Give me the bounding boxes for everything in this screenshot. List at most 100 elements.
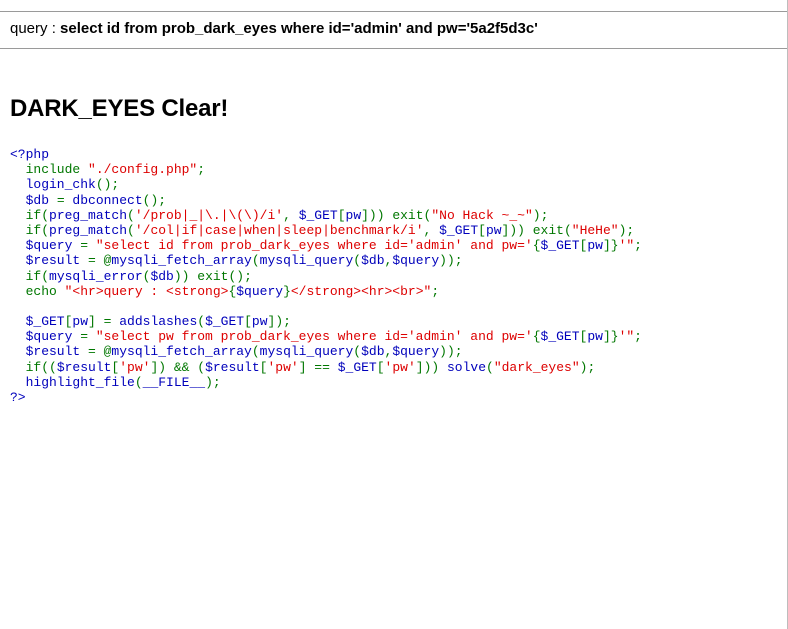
code-token: (: [134, 374, 143, 390]
code-token: {: [532, 238, 541, 254]
code-token: pw: [587, 329, 603, 345]
query-line: query : select id from prob_dark_eyes wh…: [10, 19, 538, 39]
code-line: include "./config.php";: [10, 162, 642, 177]
code-token: ])) exit(: [501, 222, 572, 238]
code-token: (: [127, 222, 135, 238]
code-token: ?>: [10, 390, 26, 405]
highlighted-source-code: <?php include "./config.php"; login_chk(…: [10, 147, 642, 405]
code-token: [: [337, 207, 346, 223]
code-token: pw: [72, 314, 89, 330]
code-token: $_GET: [439, 222, 479, 238]
code-line: echo "<hr>query : <strong>{$query}</stro…: [10, 284, 642, 299]
code-token: $query: [10, 329, 81, 345]
code-token: if((: [10, 359, 57, 375]
code-token: (: [486, 359, 494, 375]
code-token: =: [80, 238, 96, 254]
code-token: '": [618, 329, 635, 345]
code-token: $_GET: [540, 329, 580, 345]
code-token: (: [251, 253, 260, 269]
code-token: '": [618, 238, 635, 254]
code-token: [: [244, 314, 252, 330]
code-token: $query: [392, 253, 440, 269]
code-token: )) exit();: [173, 268, 252, 284]
code-token: preg_match: [49, 207, 128, 223]
code-line: $query = "select id from prob_dark_eyes …: [10, 238, 642, 253]
code-token: 'pw': [119, 359, 151, 375]
code-token: [: [478, 222, 486, 238]
code-token: ])) exit(: [361, 207, 432, 223]
code-token: login_chk: [10, 177, 96, 193]
code-token: $query: [10, 238, 81, 254]
code-token: mysqli_query: [259, 344, 354, 360]
code-token: solve: [446, 359, 486, 375]
code-line: $query = "select pw from prob_dark_eyes …: [10, 329, 642, 344]
code-token: $_GET: [337, 359, 377, 375]
page: { "result": { "query_label": "query : ",…: [0, 0, 788, 629]
code-token: ]}: [602, 329, 619, 345]
code-token: pw: [485, 222, 502, 238]
code-token: mysqli_error: [49, 268, 143, 284]
code-token: $_GET: [540, 238, 580, 254]
code-line: $result = @mysqli_fetch_array(mysqli_que…: [10, 344, 642, 359]
code-token: ,: [423, 222, 440, 238]
code-token: if(: [10, 222, 50, 238]
code-token: ] ==: [298, 359, 338, 375]
code-token: $result: [10, 344, 89, 360]
code-token: {: [532, 329, 541, 345]
code-token: );: [579, 359, 596, 375]
code-token: (: [353, 253, 362, 269]
code-line: login_chk();: [10, 177, 642, 192]
code-token: $db: [361, 253, 385, 269]
code-token: mysqli_query: [259, 253, 354, 269]
code-token: $_GET: [10, 314, 65, 330]
code-token: if(: [10, 268, 50, 284]
code-token: =: [56, 192, 73, 208]
code-token: (: [353, 344, 362, 360]
code-token: </strong><hr><br>": [290, 283, 432, 299]
code-line: if(preg_match('/col|if|case|when|sleep|b…: [10, 223, 642, 238]
code-token: ] =: [88, 314, 120, 330]
code-token: $result: [10, 253, 89, 269]
code-line: if(preg_match('/prob|_|\.|\(\)/i', $_GET…: [10, 208, 642, 223]
code-token: (: [197, 314, 206, 330]
code-token: = @: [88, 253, 112, 269]
code-token: [: [376, 359, 385, 375]
code-token: ;: [634, 238, 642, 254]
code-token: $db: [10, 192, 57, 208]
code-token: =: [80, 329, 96, 345]
code-line: $result = @mysqli_fetch_array(mysqli_que…: [10, 253, 642, 268]
code-token: preg_match: [49, 222, 128, 238]
page-title: DARK_EYES Clear!: [10, 95, 229, 122]
code-token: 'pw': [267, 359, 299, 375]
code-token: echo: [10, 283, 65, 299]
code-token: __FILE__: [142, 374, 206, 390]
code-token: pw: [345, 207, 362, 223]
code-token: "dark_eyes": [493, 359, 580, 375]
code-token: ));: [439, 253, 463, 269]
code-token: ])): [415, 359, 447, 375]
code-token: include: [10, 162, 89, 178]
code-token: $query: [392, 344, 440, 360]
code-token: $result: [205, 359, 260, 375]
code-token: '/col|if|case|when|sleep|benchmark/i': [134, 222, 424, 238]
code-token: = @: [88, 344, 112, 360]
code-token: "select pw from prob_dark_eyes where id=…: [95, 329, 533, 345]
code-line: if(mysqli_error($db)) exit();: [10, 269, 642, 284]
code-token: );: [205, 374, 221, 390]
query-text: select id from prob_dark_eyes where id='…: [60, 20, 538, 37]
code-token: mysqli_fetch_array: [111, 344, 252, 360]
code-token: dbconnect: [72, 192, 143, 208]
code-token: pw: [251, 314, 268, 330]
code-token: (: [251, 344, 260, 360]
code-line: ?>: [10, 390, 642, 405]
code-token: $query: [236, 283, 284, 299]
code-token: ));: [439, 344, 463, 360]
code-token: "./config.php": [88, 162, 198, 178]
code-token: ]}: [602, 238, 619, 254]
code-token: ,: [283, 207, 299, 223]
code-token: addslashes: [119, 314, 198, 330]
code-token: ]) && (: [150, 359, 206, 375]
code-token: highlight_file: [10, 374, 135, 390]
code-token: $result: [56, 359, 112, 375]
